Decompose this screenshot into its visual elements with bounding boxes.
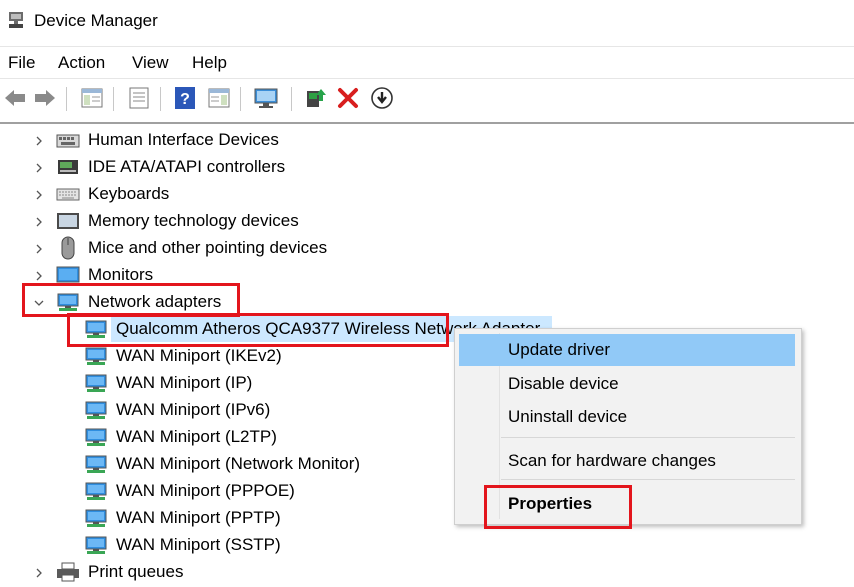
- tree-item-label: WAN Miniport (IKEv2): [116, 346, 282, 365]
- tree-item-label: WAN Miniport (L2TP): [116, 427, 277, 446]
- tree-item-label: Print queues: [88, 562, 184, 581]
- toolbar-separator: [66, 87, 67, 111]
- expand-chevron-icon[interactable]: [34, 559, 46, 586]
- toolbar-separator: [160, 87, 161, 111]
- disable-device-icon[interactable]: [369, 85, 395, 111]
- expand-chevron-icon[interactable]: [34, 181, 46, 208]
- show-hide-console-tree-icon[interactable]: [79, 85, 105, 111]
- expand-chevron-icon[interactable]: [34, 235, 46, 262]
- tree-item-wan-network-monitor[interactable]: WAN Miniport (Network Monitor): [84, 451, 484, 478]
- tree-item-label: WAN Miniport (Network Monitor): [116, 454, 361, 473]
- help-icon[interactable]: ?: [172, 85, 198, 111]
- properties-sheet-icon[interactable]: [126, 85, 152, 111]
- menu-help[interactable]: Help: [192, 53, 227, 73]
- tree-item-wan-pptp[interactable]: WAN Miniport (PPTP): [84, 505, 484, 532]
- tree-item-label: WAN Miniport (IPv6): [116, 400, 271, 419]
- menu-action[interactable]: Action: [58, 53, 105, 73]
- memory-icon: [56, 211, 80, 231]
- svg-text:?: ?: [180, 91, 190, 108]
- printer-icon: [56, 562, 80, 582]
- ctx-uninstall-device[interactable]: Uninstall device: [459, 401, 795, 433]
- ctx-disable-device[interactable]: Disable device: [459, 368, 795, 400]
- forward-icon[interactable]: [32, 85, 58, 111]
- expand-chevron-icon[interactable]: [34, 208, 46, 235]
- network-adapter-icon: [84, 373, 108, 393]
- tree-item-wan-l2tp[interactable]: WAN Miniport (L2TP): [84, 424, 484, 451]
- menu-file[interactable]: File: [8, 53, 35, 73]
- toolbar-separator: [240, 87, 241, 111]
- network-adapter-icon: [84, 427, 108, 447]
- ctx-scan-hardware[interactable]: Scan for hardware changes: [459, 445, 795, 477]
- tree-item-print-queues[interactable]: Print queues: [0, 559, 400, 586]
- network-adapter-icon: [84, 481, 108, 501]
- network-adapter-icon: [84, 346, 108, 366]
- tree-item-human-interface-devices[interactable]: Human Interface Devices: [0, 127, 400, 154]
- network-adapter-icon: [84, 508, 108, 528]
- tree-item-wan-sstp[interactable]: WAN Miniport (SSTP): [84, 532, 484, 559]
- tree-item-label: WAN Miniport (SSTP): [116, 535, 281, 554]
- monitor-icon: [56, 265, 80, 285]
- tree-item-keyboards[interactable]: Keyboards: [0, 181, 400, 208]
- network-adapter-icon: [84, 454, 108, 474]
- mouse-icon: [56, 236, 80, 260]
- toolbar-separator: [113, 87, 114, 111]
- highlight-box-properties: [484, 485, 632, 529]
- update-driver-icon[interactable]: [302, 85, 328, 111]
- window-title: Device Manager: [34, 11, 158, 30]
- action-pane-icon[interactable]: [206, 85, 232, 111]
- ctx-label: Disable device: [508, 374, 619, 393]
- tree-item-wan-ikev2[interactable]: WAN Miniport (IKEv2): [84, 343, 484, 370]
- menu-bar: File Action View Help: [0, 46, 854, 77]
- ctx-label: Update driver: [508, 340, 611, 359]
- tree-item-mice[interactable]: Mice and other pointing devices: [0, 235, 400, 262]
- network-adapter-icon: [84, 400, 108, 420]
- highlight-box-qualcomm-adapter: [67, 313, 449, 347]
- ctx-separator: [501, 437, 795, 438]
- menu-view[interactable]: View: [132, 53, 169, 73]
- expand-chevron-icon[interactable]: [34, 127, 46, 154]
- tree-item-label: Mice and other pointing devices: [88, 238, 328, 257]
- ide-icon: [56, 157, 80, 177]
- back-icon[interactable]: [2, 85, 28, 111]
- tree-item-wan-ip[interactable]: WAN Miniport (IP): [84, 370, 484, 397]
- tree-item-label: WAN Miniport (PPPOE): [116, 481, 295, 500]
- ctx-label: Scan for hardware changes: [508, 451, 716, 470]
- tree-item-label: Memory technology devices: [88, 211, 299, 230]
- tree-item-label: WAN Miniport (IP): [116, 373, 253, 392]
- tree-item-label: WAN Miniport (PPTP): [116, 508, 281, 527]
- uninstall-x-icon[interactable]: [335, 85, 361, 111]
- toolbar: ?: [0, 78, 854, 119]
- tree-item-label: Monitors: [88, 265, 154, 284]
- tree-item-label: IDE ATA/ATAPI controllers: [88, 157, 286, 176]
- ctx-label: Uninstall device: [508, 407, 628, 426]
- keyboard-icon: [56, 184, 80, 204]
- tree-item-label: Human Interface Devices: [88, 130, 279, 149]
- scan-hardware-icon[interactable]: [253, 85, 279, 111]
- tree-item-wan-pppoe[interactable]: WAN Miniport (PPPOE): [84, 478, 484, 505]
- tree-item-wan-ipv6[interactable]: WAN Miniport (IPv6): [84, 397, 484, 424]
- ctx-separator: [501, 479, 795, 480]
- tree-item-memory-technology[interactable]: Memory technology devices: [0, 208, 400, 235]
- expand-chevron-icon[interactable]: [34, 154, 46, 181]
- tree-item-label: Keyboards: [88, 184, 170, 203]
- hid-icon: [56, 130, 80, 150]
- tree-item-ide-controllers[interactable]: IDE ATA/ATAPI controllers: [0, 154, 400, 181]
- ctx-update-driver[interactable]: Update driver: [459, 334, 795, 366]
- title-bar: Device Manager: [0, 0, 854, 44]
- device-manager-icon: [6, 10, 26, 30]
- network-adapter-icon: [84, 535, 108, 555]
- highlight-box-network-adapters: [22, 283, 240, 317]
- toolbar-separator: [291, 87, 292, 111]
